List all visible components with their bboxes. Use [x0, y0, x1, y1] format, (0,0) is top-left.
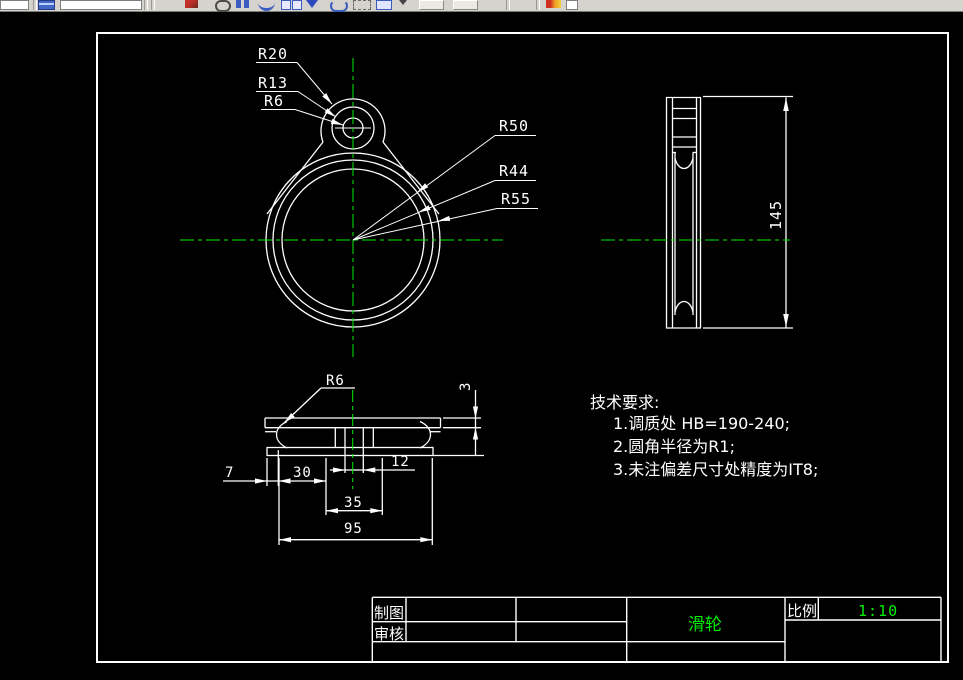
layer-combo[interactable] — [0, 0, 29, 10]
toolbar-box[interactable] — [566, 0, 578, 10]
tech-requirement-2: 2.圆角半径为R1; — [613, 437, 735, 456]
dim-r6-section: R6 — [326, 373, 345, 389]
columns-icon[interactable] — [244, 0, 249, 8]
selection-box-icon[interactable] — [353, 0, 371, 10]
toolbar-button[interactable] — [419, 0, 444, 10]
blocks-icon[interactable] — [292, 0, 302, 10]
toolbar-separator — [144, 0, 148, 10]
cad-canvas[interactable]: R20 R13 R6 R50 R44 R55 145 R6 3 7 30 12 … — [0, 11, 963, 680]
down-arrow-icon[interactable] — [306, 0, 318, 8]
dim-30: 30 — [293, 465, 312, 481]
radius-label-r13: R13 — [258, 74, 288, 92]
titleblock-checker-label: 审核 — [374, 625, 404, 643]
annotation-text: R20 R13 R6 R50 R44 R55 145 R6 3 7 30 12 … — [225, 45, 898, 643]
titleblock-scale-label: 比例 — [787, 602, 817, 620]
radius-label-r55: R55 — [501, 190, 531, 208]
title-block — [371, 596, 942, 662]
dim-35: 35 — [344, 495, 363, 511]
radius-label-r44: R44 — [499, 162, 529, 180]
toolbar-separator — [33, 0, 37, 10]
palette-icon[interactable] — [546, 0, 561, 8]
table-icon[interactable] — [38, 0, 55, 10]
radius-label-r50: R50 — [499, 117, 529, 135]
tech-requirement-3: 3.未注偏差尺寸处精度为IT8; — [613, 460, 818, 479]
titleblock-part-name: 滑轮 — [688, 615, 722, 635]
radius-label-r20: R20 — [258, 45, 288, 63]
columns-icon[interactable] — [236, 0, 241, 8]
dim-12: 12 — [391, 454, 410, 470]
tech-requirements-title: 技术要求: — [590, 393, 659, 412]
titleblock-scale-value: 1:10 — [858, 602, 898, 620]
titleblock-drafter-label: 制图 — [374, 604, 404, 622]
front-leaders — [256, 62, 538, 241]
toolbar-separator — [506, 0, 510, 10]
dim-7: 7 — [225, 465, 234, 481]
command-input[interactable] — [60, 0, 142, 10]
radius-label-r6: R6 — [264, 92, 284, 110]
pencil-icon[interactable] — [185, 0, 198, 8]
toolbar-separator — [151, 0, 155, 10]
arc-tool-icon[interactable] — [258, 0, 275, 11]
dim-3: 3 — [458, 382, 474, 391]
chevron-icon[interactable] — [399, 0, 407, 5]
toolbar-button[interactable] — [453, 0, 478, 10]
tech-requirement-1: 1.调质处 HB=190-240; — [613, 414, 790, 433]
blocks-icon[interactable] — [281, 0, 291, 10]
dim-95: 95 — [344, 521, 363, 537]
centerlines-front — [180, 58, 503, 357]
cad-application-window: R20 R13 R6 R50 R44 R55 145 R6 3 7 30 12 … — [0, 0, 963, 680]
toolbar-separator — [536, 0, 540, 10]
panel-icon[interactable] — [376, 0, 392, 10]
dim-145: 145 — [767, 200, 785, 230]
